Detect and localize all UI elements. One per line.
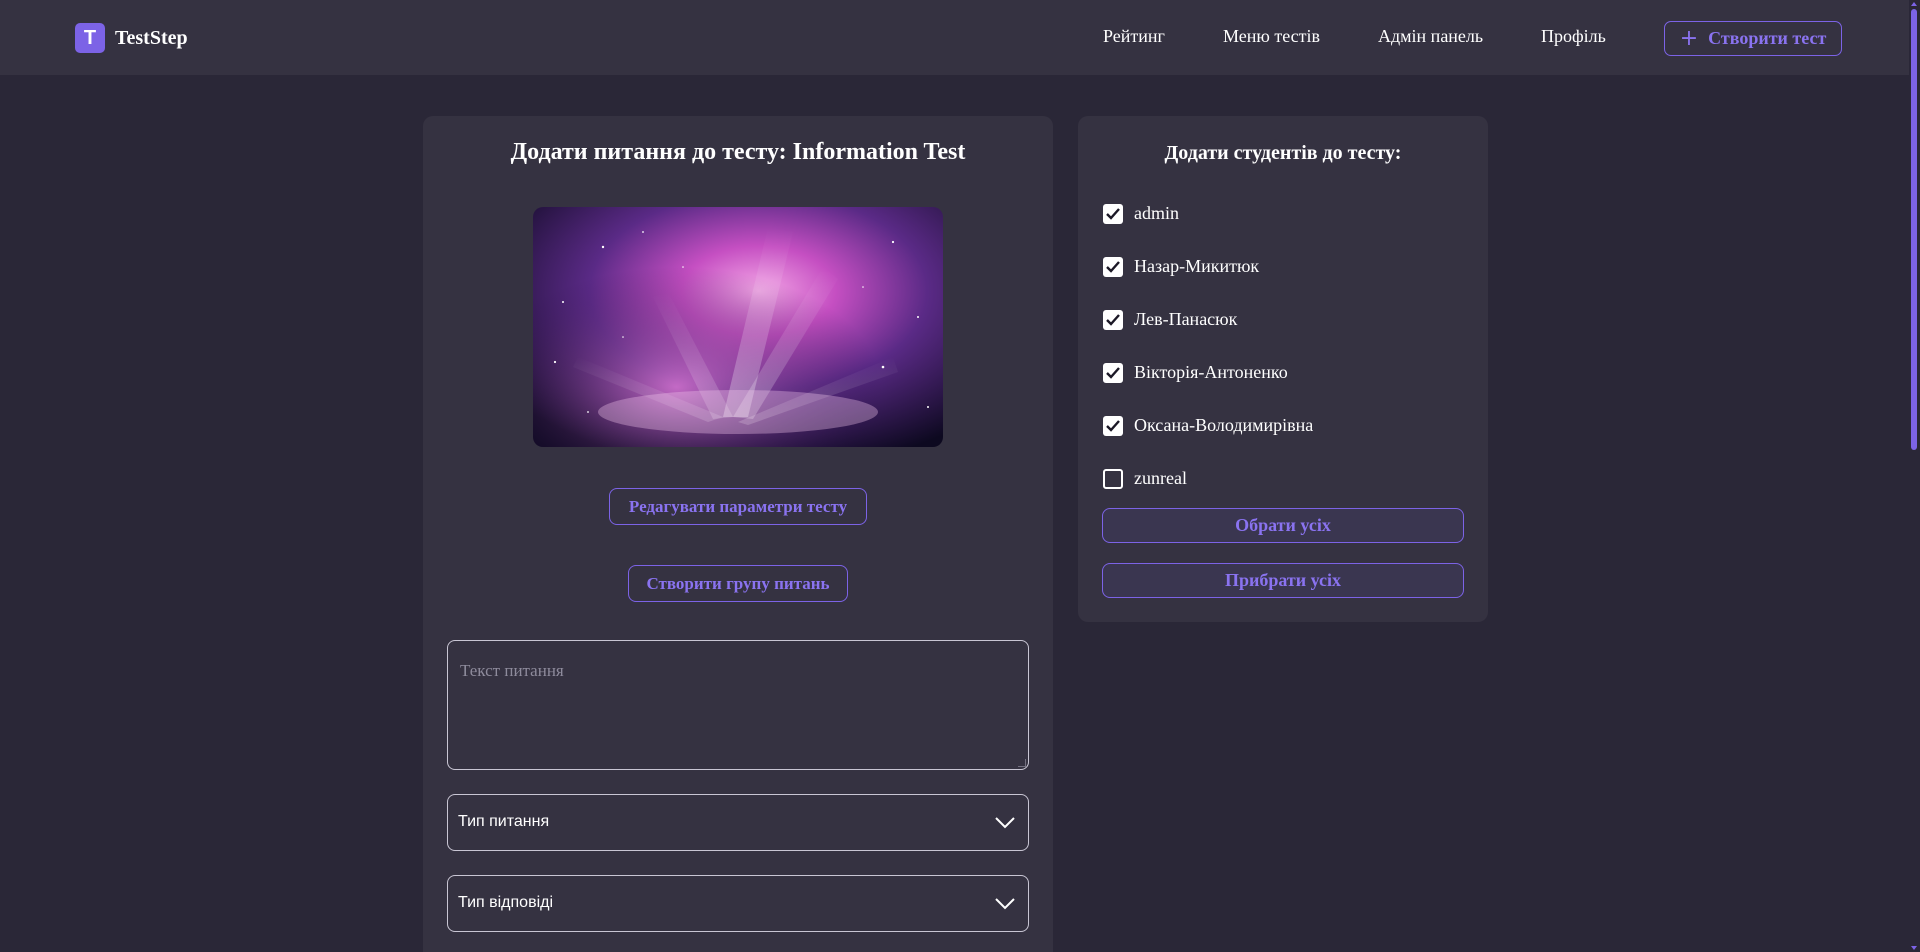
checkbox-checked[interactable] [1103,203,1123,224]
answer-type-select[interactable]: Тип відповіді [447,875,1029,932]
students-panel: Додати студентів до тесту: admin Назар-М… [1078,116,1488,622]
chevron-down-icon [994,894,1016,917]
question-text-placeholder: Текст питання [460,661,564,680]
remove-all-button[interactable]: Прибрати усіх [1102,563,1464,598]
scrollbar-thumb[interactable] [1911,9,1917,450]
question-text-input[interactable]: Текст питання [447,640,1029,770]
question-type-value: Тип питання [458,813,550,830]
logo-text: TestStep [115,26,188,49]
question-editor-panel: Додати питання до тесту: Information Tes… [423,116,1053,952]
student-name: Оксана-Володимирівна [1134,415,1314,435]
checkbox-unchecked[interactable] [1103,468,1123,489]
edit-test-params-button[interactable]: Редагувати параметри тесту [609,488,867,525]
student-item[interactable]: Назар-Микитюк [1103,256,1259,277]
answer-type-value: Тип відповіді [458,894,554,911]
select-all-button[interactable]: Обрати усіх [1102,508,1464,543]
chevron-down-icon [994,813,1016,836]
top-navbar: T TestStep Рейтинг Меню тестів Адмін пан… [0,0,1909,75]
scroll-up-arrow-icon[interactable] [1911,2,1917,6]
student-name: Лев-Панасюк [1134,309,1238,329]
page-scrollbar[interactable] [1909,0,1920,952]
resize-handle-icon[interactable] [1018,759,1026,767]
plus-icon: + [1679,25,1699,51]
create-question-group-button[interactable]: Створити групу питань [628,565,848,602]
create-test-label: Створити тест [1708,28,1827,48]
student-name: zunreal [1134,468,1187,488]
logo[interactable]: T TestStep [75,23,188,53]
student-item[interactable]: zunreal [1103,468,1187,489]
question-type-select[interactable]: Тип питання [447,794,1029,851]
nav-profile[interactable]: Профіль [1541,26,1606,47]
nav-rating[interactable]: Рейтинг [1103,26,1165,47]
nav-admin-panel[interactable]: Адмін панель [1378,26,1483,47]
checkbox-checked[interactable] [1103,415,1123,436]
student-name: Назар-Микитюк [1134,256,1260,276]
checkbox-checked[interactable] [1103,362,1123,383]
create-test-button[interactable]: + Створити тест [1664,21,1842,56]
test-cover-image [533,207,943,447]
student-item[interactable]: Оксана-Володимирівна [1103,415,1313,436]
checkbox-checked[interactable] [1103,309,1123,330]
student-name: admin [1134,203,1179,223]
logo-mark: T [75,23,105,53]
scroll-down-arrow-icon[interactable] [1911,946,1917,950]
student-name: Вікторія-Антоненко [1134,362,1288,382]
checkbox-checked[interactable] [1103,256,1123,277]
student-item[interactable]: Лев-Панасюк [1103,309,1237,330]
students-panel-title: Додати студентів до тесту: [1164,142,1402,164]
page-title: Додати питання до тесту: Information Tes… [510,139,966,165]
student-item[interactable]: admin [1103,203,1179,224]
student-item[interactable]: Вікторія-Антоненко [1103,362,1288,383]
nav-tests-menu[interactable]: Меню тестів [1223,26,1320,47]
